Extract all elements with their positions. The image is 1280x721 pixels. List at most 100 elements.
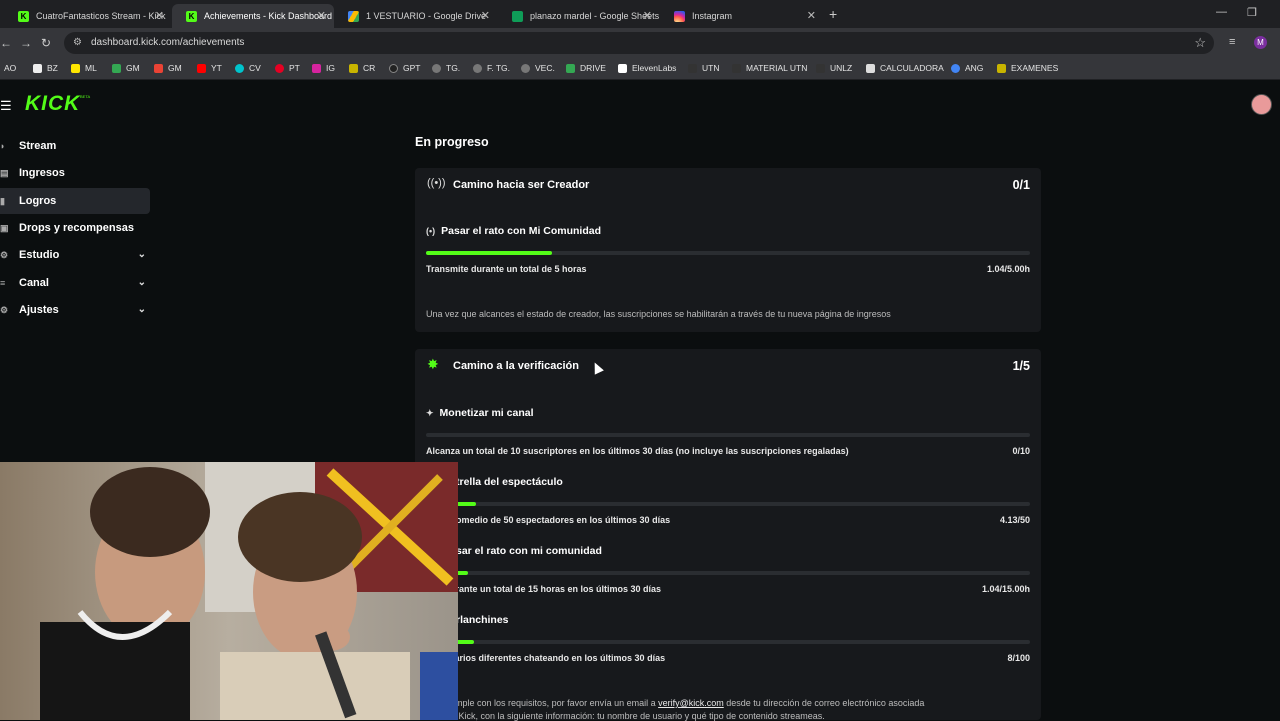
- bookmark-item[interactable]: EXAMENES: [997, 63, 1058, 73]
- bookmark-item[interactable]: F. TG.: [473, 63, 510, 73]
- browser-tab-bar: K CuatroFantasticos Stream - Kick ✕ K Ac…: [0, 0, 1280, 28]
- close-tab-icon[interactable]: ✕: [155, 9, 164, 22]
- back-icon[interactable]: ←: [0, 36, 12, 50]
- progress-bar: [426, 502, 1030, 506]
- close-tab-icon[interactable]: ✕: [807, 9, 816, 22]
- webcam-image: [0, 462, 458, 720]
- kick-logo[interactable]: KICK: [25, 92, 80, 116]
- minimize-icon[interactable]: —: [1216, 6, 1227, 18]
- verified-badge-icon: ✸: [427, 356, 439, 372]
- goal-value: 1.04/5.00h: [986, 264, 1030, 274]
- tab-3[interactable]: 1 VESTUARIO - Google Drive ✕: [334, 4, 498, 28]
- tab-title: 1 VESTUARIO - Google Drive: [366, 11, 487, 21]
- channel-icon: ≡: [0, 278, 6, 288]
- progress-bar: [426, 640, 1030, 644]
- url-text[interactable]: dashboard.kick.com/achievements: [91, 37, 244, 48]
- menu-icon[interactable]: ☰: [0, 98, 12, 114]
- goal-value: 0/10: [1012, 446, 1030, 456]
- sidebar-item-label: Estudio: [19, 249, 60, 261]
- stream-icon: ◗: [0, 141, 6, 151]
- bookmark-item[interactable]: IG: [312, 63, 335, 73]
- goal-title: sar el rato con mi comunidad: [456, 545, 602, 557]
- card-header[interactable]: ((•)) Camino hacia ser Creador 0/1: [415, 168, 1041, 203]
- card-header[interactable]: ✸ Camino a la verificación 1/5: [415, 349, 1041, 384]
- chevron-down-icon[interactable]: ⌄: [138, 277, 146, 288]
- bookmark-item[interactable]: ML: [71, 63, 97, 73]
- bookmark-item[interactable]: CALCULADORA: [866, 63, 944, 73]
- bookmark-item[interactable]: MATERIAL UTN: [732, 63, 807, 73]
- sidebar-item-label: Canal: [19, 277, 49, 289]
- broadcast-icon: ((•)): [427, 177, 446, 189]
- sidebar-item-drops[interactable]: ▣ Drops y recompensas: [0, 215, 150, 241]
- sidebar-item-ajustes[interactable]: ⚙ Ajustes ⌄: [0, 297, 150, 323]
- card-count: 0/1: [1012, 178, 1030, 192]
- bookmark-item[interactable]: ANG: [951, 63, 983, 73]
- chatgpt-icon: [389, 63, 398, 73]
- sidebar-item-stream[interactable]: ◗ Stream: [0, 133, 150, 159]
- close-tab-icon[interactable]: ✕: [481, 9, 490, 22]
- user-avatar[interactable]: [1251, 94, 1272, 115]
- bookmark-item[interactable]: CR: [349, 63, 375, 73]
- sidebar-item-label: Ingresos: [19, 167, 65, 179]
- close-tab-icon[interactable]: ✕: [643, 9, 652, 22]
- new-tab-icon[interactable]: +: [829, 6, 837, 22]
- goal-requirement: Alcanza un total de 10 suscriptores en l…: [426, 446, 849, 456]
- webcam-overlay: [0, 462, 458, 720]
- restore-icon[interactable]: ❐: [1247, 6, 1257, 19]
- bookmark-item[interactable]: ElevenLabs: [618, 63, 676, 73]
- bookmark-item[interactable]: GM: [154, 63, 182, 73]
- bookmark-item[interactable]: AO: [4, 63, 16, 73]
- chevron-down-icon[interactable]: ⌄: [138, 249, 146, 260]
- bookmark-item[interactable]: BZ: [33, 63, 58, 73]
- bookmark-item[interactable]: PT: [275, 63, 300, 73]
- instagram-icon: [312, 63, 321, 73]
- bookmark-item[interactable]: UNLZ: [816, 63, 852, 73]
- bookmark-item[interactable]: YT: [197, 63, 222, 73]
- bookmark-item[interactable]: VEC.: [521, 63, 555, 73]
- bookmark-item[interactable]: UTN: [688, 63, 719, 73]
- sheets-icon: [512, 10, 523, 22]
- card-title: Camino hacia ser Creador: [453, 179, 590, 191]
- sidebar-item-estudio[interactable]: ⚙ Estudio ⌄: [0, 242, 150, 268]
- site-info-icon[interactable]: ⚙: [73, 37, 82, 48]
- sidebar-item-logros[interactable]: ▮ Logros: [0, 188, 150, 214]
- gift-icon: ▣: [0, 222, 9, 233]
- bookmark-item[interactable]: TG.: [432, 63, 460, 73]
- bookmark-icon: [997, 63, 1006, 73]
- bookmark-icon: [473, 63, 482, 73]
- chevron-down-icon[interactable]: ⌄: [138, 304, 146, 315]
- progress-fill: [426, 251, 552, 255]
- bookmark-item[interactable]: DRIVE: [566, 63, 606, 73]
- tab-title: Instagram: [692, 11, 733, 21]
- settings-icon: ⚙: [0, 304, 9, 315]
- tab-5[interactable]: Instagram ✕: [660, 4, 824, 28]
- bookmark-icon: [432, 63, 441, 73]
- bookmark-icon: [688, 63, 697, 73]
- reload-icon[interactable]: ↻: [41, 36, 51, 50]
- omnibox[interactable]: ⚙ dashboard.kick.com/achievements ☆: [64, 32, 1214, 54]
- close-tab-icon[interactable]: ✕: [317, 9, 326, 22]
- bookmark-item[interactable]: CV: [235, 63, 261, 73]
- bookmark-star-icon[interactable]: ☆: [1194, 35, 1206, 51]
- bookmark-icon: [349, 63, 358, 73]
- extensions-icon[interactable]: ≡: [1229, 36, 1235, 48]
- sidebar-item-canal[interactable]: ≡ Canal ⌄: [0, 270, 150, 296]
- bookmark-item[interactable]: GPT: [389, 63, 420, 73]
- tab-4[interactable]: planazo mardel - Google Sheets ✕: [498, 4, 660, 28]
- sidebar-item-ingresos[interactable]: ▤ Ingresos: [0, 160, 150, 186]
- drive-icon: [566, 63, 575, 73]
- goal-title: (•) Pasar el rato con Mi Comunidad: [426, 225, 602, 237]
- goal-requirement: 00 usuarios diferentes chateando en los …: [426, 653, 666, 663]
- tab-2[interactable]: K Achievements - Kick Dashboard ✕: [172, 4, 334, 28]
- address-bar-row: ← → ↻ ⚙ dashboard.kick.com/achievements …: [0, 28, 1280, 58]
- verify-email-link[interactable]: verify@kick.com: [658, 698, 724, 708]
- forward-icon[interactable]: →: [20, 36, 32, 50]
- bookmark-item[interactable]: GM: [112, 63, 140, 73]
- youtube-icon: [197, 63, 206, 73]
- tab-1[interactable]: K CuatroFantasticos Stream - Kick ✕: [4, 4, 172, 28]
- profile-avatar[interactable]: M: [1254, 36, 1267, 49]
- sidebar-item-label: Ajustes: [19, 304, 59, 316]
- goal-requirement: Transmite durante un total de 5 horas: [426, 264, 587, 274]
- maps-icon: [112, 63, 121, 73]
- bookmark-icon: [732, 63, 741, 73]
